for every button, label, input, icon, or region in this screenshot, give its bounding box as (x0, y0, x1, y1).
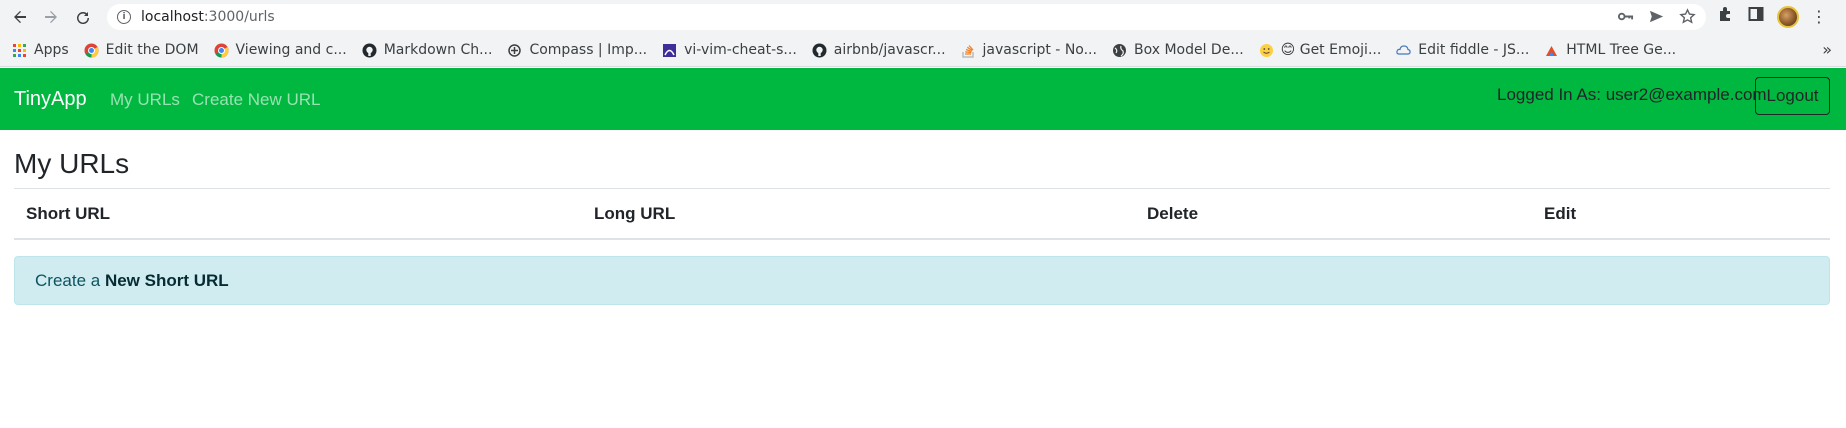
send-icon[interactable] (1648, 8, 1665, 30)
back-icon[interactable] (8, 5, 32, 29)
bookmark-label: Markdown Ch... (383, 42, 493, 58)
column-header-long-url: Long URL (594, 204, 676, 223)
alert-text: Create a (35, 271, 105, 290)
bookmark-label: 😊 Get Emoji... (1280, 42, 1382, 58)
compass-icon (507, 43, 522, 58)
star-icon[interactable] (1679, 8, 1696, 30)
bookmark-label: javascript - No... (982, 42, 1097, 58)
bookmark-markdown[interactable]: Markdown Ch... (362, 42, 493, 58)
browser-menu-icon[interactable]: ⋮ (1811, 8, 1827, 25)
brand-logo[interactable]: TinyApp (14, 88, 87, 111)
logout-button[interactable]: Logout (1755, 77, 1830, 115)
github-icon (362, 43, 377, 58)
chrome-icon (84, 43, 99, 58)
bookmark-compass[interactable]: Compass | Imp... (507, 42, 647, 58)
vim-icon (662, 43, 677, 58)
nav-link-create-new-url[interactable]: Create New URL (192, 90, 321, 110)
bookmarks-bar: Apps Edit the DOM Viewing and c... Markd… (0, 34, 1846, 67)
column-header-short-url: Short URL (26, 204, 111, 223)
bookmark-label: Apps (34, 42, 69, 58)
app-navbar: TinyApp My URLs Create New URL Logged In… (0, 68, 1846, 130)
column-header-edit: Edit (1544, 204, 1577, 223)
urls-table: Short URL Long URL Delete Edit (14, 188, 1830, 240)
bookmark-viewing-and[interactable]: Viewing and c... (214, 42, 347, 58)
bookmark-vim-cheat[interactable]: vi-vim-cheat-s... (662, 42, 797, 58)
nav-link-my-urls[interactable]: My URLs (110, 90, 180, 110)
browser-toolbar: i localhost:3000/urls ⋮ (0, 0, 1846, 34)
bookmark-label: Edit fiddle - JS... (1418, 42, 1530, 58)
bookmark-airbnb[interactable]: airbnb/javascr... (812, 42, 946, 58)
bookmark-label: airbnb/javascr... (833, 42, 946, 58)
globe-icon (1112, 43, 1127, 58)
bookmark-label: vi-vim-cheat-s... (684, 42, 797, 58)
bookmark-label: Box Model De... (1133, 42, 1244, 58)
stackoverflow-icon (961, 43, 976, 58)
bookmark-label: Edit the DOM (105, 42, 199, 58)
jsfiddle-icon (1396, 43, 1411, 58)
key-icon[interactable] (1617, 8, 1634, 30)
new-short-url-link[interactable]: New Short URL (105, 271, 229, 290)
address-bar[interactable]: i localhost:3000/urls (107, 4, 1706, 30)
bookmark-javascript[interactable]: javascript - No... (961, 42, 1097, 58)
bookmark-label: HTML Tree Ge... (1566, 42, 1677, 58)
side-panel-icon[interactable] (1747, 5, 1765, 28)
emoji-icon (1259, 43, 1274, 58)
logged-in-status: Logged In As: user2@example.com (1497, 85, 1767, 104)
github-icon (812, 43, 827, 58)
page-title: My URLs (14, 148, 130, 179)
bookmark-label: Viewing and c... (235, 42, 347, 58)
column-header-delete: Delete (1147, 204, 1199, 223)
bookmark-box-model[interactable]: Box Model De... (1112, 42, 1244, 58)
extensions-icon[interactable] (1717, 5, 1735, 28)
bookmark-get-emoji[interactable]: 😊 Get Emoji... (1259, 42, 1382, 58)
bookmark-label: Compass | Imp... (529, 42, 648, 58)
url-text[interactable]: localhost:3000/urls (141, 9, 275, 25)
url-host: localhost (141, 9, 204, 25)
reload-icon[interactable] (71, 5, 95, 29)
bookmark-html-tree[interactable]: HTML Tree Ge... (1544, 42, 1676, 58)
bookmark-apps[interactable]: Apps (12, 42, 69, 58)
chrome-icon (214, 43, 229, 58)
create-url-alert: Create a New Short URL (14, 256, 1830, 305)
bookmark-edit-the-dom[interactable]: Edit the DOM (84, 42, 199, 58)
site-info-icon[interactable]: i (117, 10, 131, 24)
profile-avatar[interactable] (1777, 5, 1799, 28)
apps-grid-icon (12, 43, 27, 58)
more-bookmarks-icon[interactable]: » (1822, 40, 1832, 59)
bookmark-edit-fiddle[interactable]: Edit fiddle - JS... (1396, 42, 1529, 58)
forward-icon[interactable] (39, 5, 63, 29)
url-path: :3000/urls (203, 9, 275, 25)
tree-icon (1544, 43, 1559, 58)
